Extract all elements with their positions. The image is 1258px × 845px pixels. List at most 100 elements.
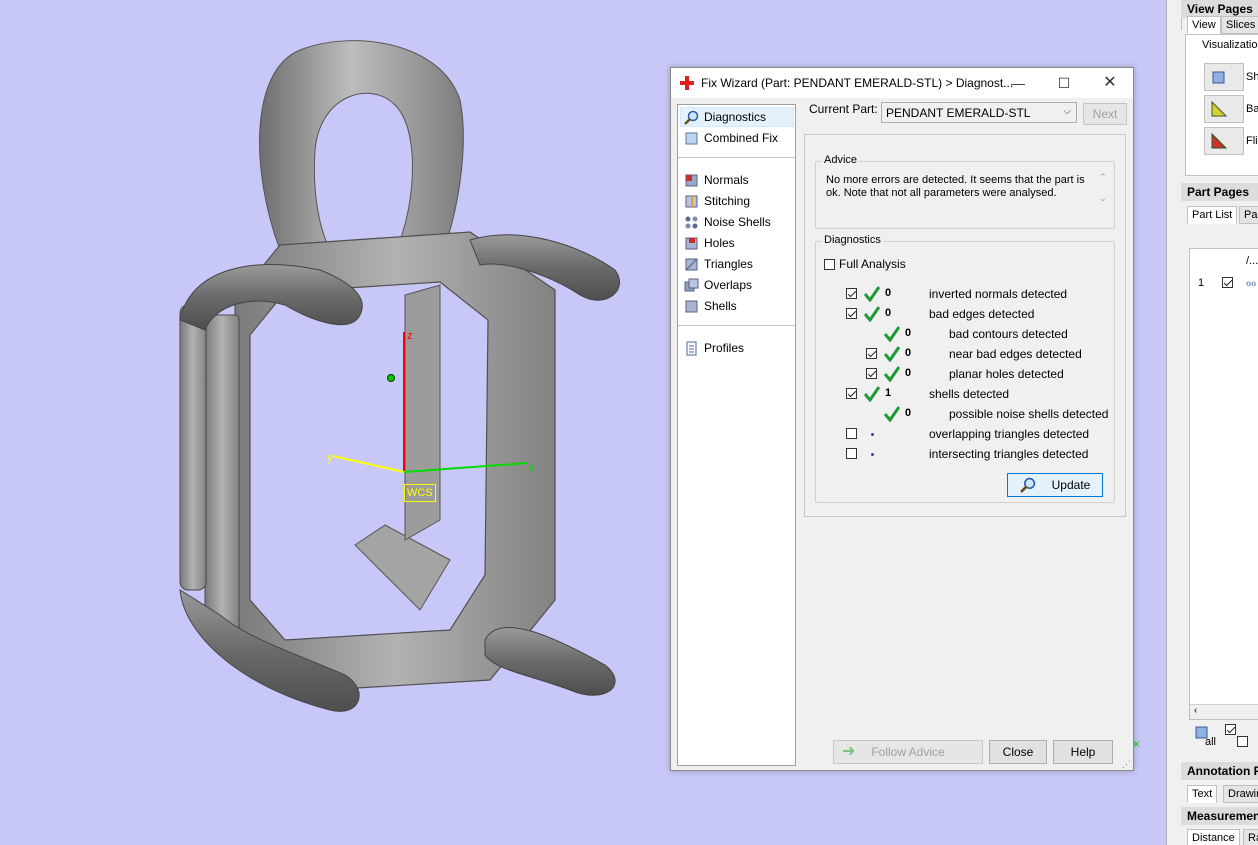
nav-label: Triangles [704,257,753,271]
full-analysis-row[interactable]: Full Analysis [824,255,906,273]
nav-diagnostics[interactable]: Diagnostics [680,107,794,127]
nav-combined-fix[interactable]: Combined Fix [684,129,778,147]
diagnostic-checkbox[interactable] [866,348,877,359]
follow-advice-button[interactable]: ➜ Follow Advice [833,740,983,764]
next-button[interactable]: Next [1083,103,1127,125]
shaded-label: Sh [1246,71,1258,83]
close-window-button[interactable]: ✕ [1087,68,1133,98]
current-part-select[interactable]: PENDANT EMERALD-STL ⌵ [881,102,1077,123]
shaded-button[interactable] [1204,63,1244,91]
current-part-value: PENDANT EMERALD-STL [886,106,1031,120]
diagnostic-label: bad contours detected [949,327,1068,341]
tab-view[interactable]: View [1187,16,1221,34]
axis-x-label: x [529,462,535,474]
diagnostic-row: 1 shells detected [816,385,1106,403]
close-button[interactable]: Close [989,740,1047,764]
diagnostic-count: 0 [905,327,912,339]
flipped-label: Fli [1246,135,1258,147]
measurement-header[interactable]: Measuremen [1181,807,1258,825]
green-checkmark-icon [864,306,880,322]
nav-label: Holes [704,236,735,250]
chevron-down-icon: ⌵ [1063,106,1071,117]
update-label: Update [1051,478,1091,492]
nav-triangles[interactable]: Triangles [684,255,753,273]
update-button[interactable]: Update [1007,473,1103,497]
diagnostic-checkbox[interactable] [846,448,857,459]
select-all-checkbox[interactable] [1225,724,1236,735]
diagnostic-checkbox[interactable] [846,288,857,299]
nav-separator [678,325,795,326]
minimize-button[interactable]: — [995,68,1041,98]
select-none-checkbox[interactable] [1237,736,1248,747]
tab-distance[interactable]: Distance [1187,829,1240,845]
bad-edges-icon [1211,100,1228,117]
advice-title: Advice [822,154,860,166]
diagnostics-panel: Advice No more errors are detected. It s… [804,134,1126,517]
nav-holes[interactable]: Holes [684,234,735,252]
bad-edges-button[interactable] [1204,95,1244,123]
diagnostic-checkbox[interactable] [846,388,857,399]
right-panel: View Pages View Slices Visualization Sh … [1166,0,1258,845]
stitching-icon [685,195,698,207]
diagnostic-label: possible noise shells detected [949,407,1109,421]
nav-shells[interactable]: Shells [684,297,737,315]
horizontal-scrollbar[interactable]: ‹ [1190,704,1258,719]
diagnostic-checkbox[interactable] [846,428,857,439]
tab-slices[interactable]: Slices [1221,16,1258,34]
diagnostics-title: Diagnostics [822,234,883,246]
holes-icon [685,237,698,249]
advice-scrollbar[interactable]: ⌃ ⌄ [1096,172,1110,218]
advice-text: No more errors are detected. It seems th… [826,174,1085,199]
part-pages-header[interactable]: Part Pages [1181,183,1258,201]
nav-label: Shells [704,299,737,313]
maximize-button[interactable]: ☐ [1041,68,1087,98]
green-checkmark-icon [864,286,880,302]
diagnostic-row: intersecting triangles detected [816,445,1106,463]
collapsed-strip[interactable] [1167,0,1182,30]
normals-icon [685,174,698,186]
wcs-label: WCS [404,484,436,502]
green-checkmark-icon [864,386,880,402]
nav-profiles[interactable]: Profiles [684,339,744,357]
part-link-icon[interactable]: ℴℴ [1246,276,1256,289]
flipped-button[interactable] [1204,127,1244,155]
nav-normals[interactable]: Normals [684,171,749,189]
tab-text[interactable]: Text [1187,785,1218,803]
diagnostic-row: 0 bad contours detected [816,325,1106,343]
diagnostic-count: 0 [905,407,912,419]
nav-label: Profiles [704,341,745,355]
row-number: 1 [1198,277,1205,289]
diagnostic-label: bad edges detected [929,307,1035,321]
corner-x-marker: × [1133,737,1141,751]
nav-overlaps[interactable]: Overlaps [684,276,752,294]
diagnostic-row: 0 inverted normals detected [816,285,1106,303]
tab-part-list[interactable]: Part List [1187,206,1238,224]
annotation-header[interactable]: Annotation P [1181,762,1258,780]
combined-fix-icon [685,132,698,144]
nav-stitching[interactable]: Stitching [684,192,750,210]
all-label[interactable]: all [1205,736,1216,748]
diagnostic-count: 1 [885,387,892,399]
diagnostic-label: shells detected [929,387,1010,401]
help-button[interactable]: Help [1053,740,1113,764]
diagnostic-count: 0 [905,347,912,359]
green-checkmark-icon [884,366,900,382]
nav-label: Noise Shells [704,215,771,229]
diagnostic-checkbox[interactable] [846,308,857,319]
full-analysis-checkbox[interactable] [824,258,835,270]
visualization-panel: Visualization Sh Ba Fli [1185,34,1258,176]
column-header[interactable]: /... [1246,255,1258,267]
dialog-titlebar[interactable]: Fix Wizard (Part: PENDANT EMERALD-STL) >… [671,68,1133,98]
diagnostic-checkbox[interactable] [866,368,877,379]
nav-noise-shells[interactable]: Noise Shells [684,213,771,231]
diagnostic-label: planar holes detected [949,367,1064,381]
pending-dot-icon [871,433,874,436]
cube-icon [1212,71,1225,84]
tab-part-other[interactable]: Par [1239,206,1258,224]
profiles-icon [686,341,697,355]
tab-drawing[interactable]: Drawin [1223,785,1258,803]
part-visible-checkbox[interactable] [1222,277,1233,288]
diagnostic-row: 0 bad edges detected [816,305,1106,323]
resize-grip-icon[interactable]: ⋰ [1122,759,1131,770]
tab-radius[interactable]: Ra [1243,829,1258,845]
